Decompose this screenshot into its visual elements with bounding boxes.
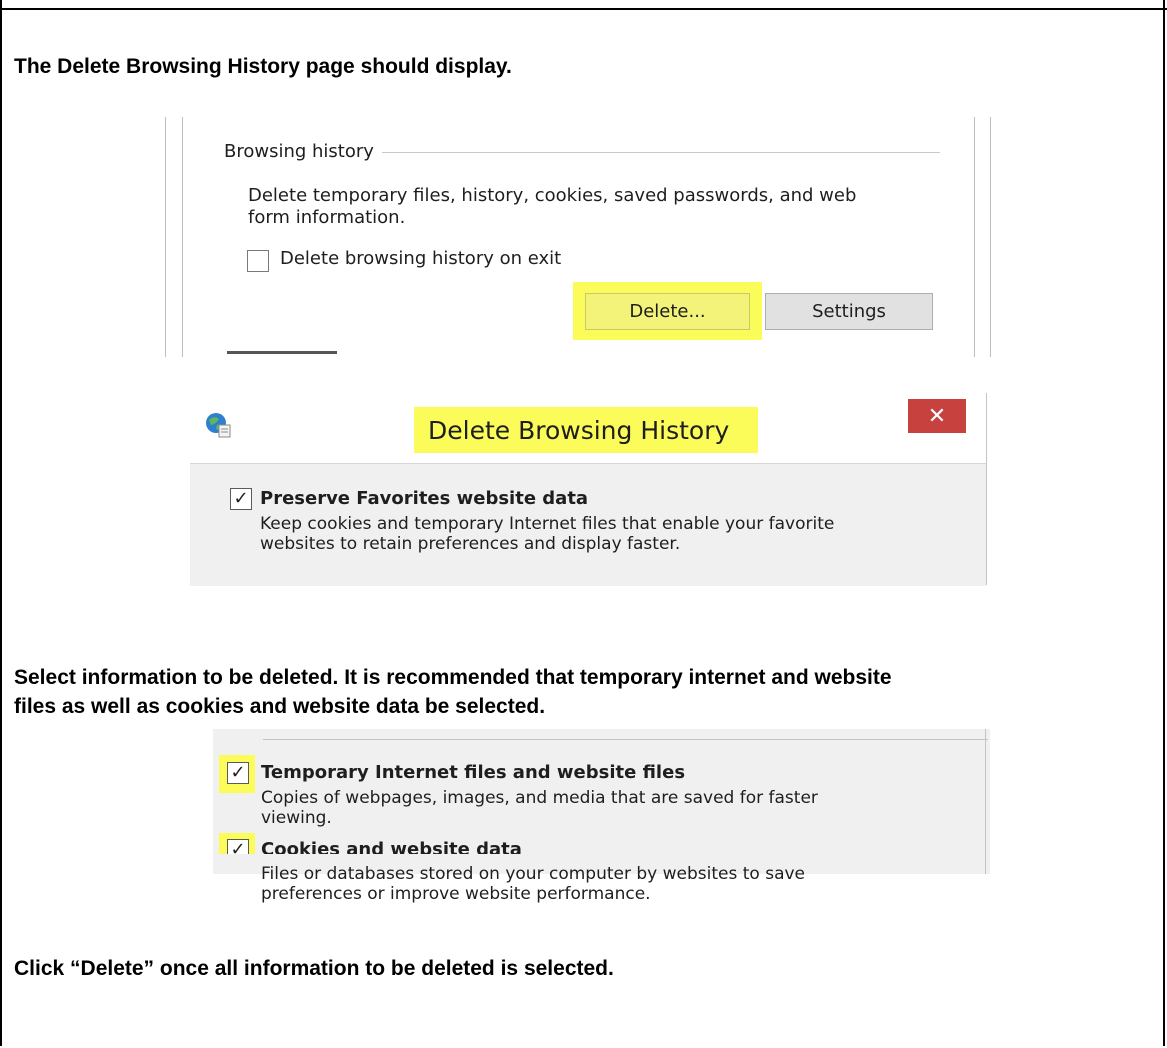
delete-on-exit-checkbox[interactable] bbox=[247, 250, 269, 272]
temp-files-title: Temporary Internet files and website fil… bbox=[261, 762, 686, 783]
ie-globe-icon bbox=[204, 411, 232, 439]
delete-on-exit-label: Delete browsing history on exit bbox=[280, 248, 562, 269]
delete-options-screenshot: ✓ Temporary Internet files and website f… bbox=[213, 729, 990, 867]
dialog-edge-line bbox=[985, 729, 986, 854]
instruction-step-3: Click “Delete” once all information to b… bbox=[14, 957, 614, 980]
delete-history-dialog-screenshot: Delete Browsing History ✕ ✓ Preserve Fav… bbox=[190, 393, 990, 586]
option-desc-line-1: Copies of webpages, images, and media th… bbox=[261, 788, 818, 808]
dialog-edge-line bbox=[985, 854, 986, 874]
top-border-line bbox=[0, 8, 1167, 10]
option-desc-line-1: Files or databases stored on your comput… bbox=[261, 864, 806, 884]
browsing-history-legend: Browsing history bbox=[224, 141, 382, 162]
description-line-2: form information. bbox=[248, 207, 406, 228]
dialog-edge-line bbox=[986, 393, 987, 585]
instruction-step-2-line-1: Select information to be deleted. It is … bbox=[14, 666, 892, 689]
option-desc-line-2: websites to retain preferences and displ… bbox=[260, 534, 681, 554]
dialog-body: ✓ Preserve Favorites website data Keep c… bbox=[190, 463, 986, 586]
panel-edge-line bbox=[990, 117, 991, 357]
cut-off-fragment bbox=[227, 351, 337, 354]
close-icon: ✕ bbox=[927, 403, 947, 429]
dialog-title: Delete Browsing History bbox=[428, 416, 730, 445]
preserve-favorites-title: Preserve Favorites website data bbox=[260, 488, 589, 509]
temp-files-description: Copies of webpages, images, and media th… bbox=[261, 788, 818, 828]
instruction-step-1: The Delete Browsing History page should … bbox=[14, 55, 512, 78]
option-desc-line-2: preferences or improve website performan… bbox=[261, 884, 651, 904]
panel-edge-line bbox=[182, 117, 183, 357]
close-button[interactable]: ✕ bbox=[908, 399, 966, 433]
browsing-history-description: Delete temporary files, history, cookies… bbox=[248, 185, 908, 229]
temp-files-checkbox[interactable]: ✓ bbox=[227, 762, 249, 784]
preserve-favorites-description: Keep cookies and temporary Internet file… bbox=[260, 514, 834, 554]
description-line-1: Delete temporary files, history, cookies… bbox=[248, 185, 857, 206]
settings-button[interactable]: Settings bbox=[765, 293, 933, 330]
option-desc-line-2: viewing. bbox=[261, 808, 332, 828]
panel-edge-line bbox=[974, 117, 975, 357]
panel-edge-line bbox=[165, 117, 166, 357]
groupbox-line bbox=[365, 152, 940, 153]
separator-line bbox=[263, 739, 988, 740]
option-desc-line-1: Keep cookies and temporary Internet file… bbox=[260, 514, 835, 534]
instruction-step-2-line-2: files as well as cookies and website dat… bbox=[14, 695, 546, 718]
delete-button[interactable]: Delete... bbox=[585, 293, 750, 330]
browsing-history-screenshot: Browsing history Delete temporary files,… bbox=[165, 117, 1005, 357]
preserve-favorites-checkbox[interactable]: ✓ bbox=[230, 488, 252, 510]
cookies-description: Files or databases stored on your comput… bbox=[261, 864, 805, 904]
dialog-titlebar: Delete Browsing History ✕ bbox=[190, 393, 990, 463]
instruction-step-2: Select information to be deleted. It is … bbox=[14, 663, 892, 721]
